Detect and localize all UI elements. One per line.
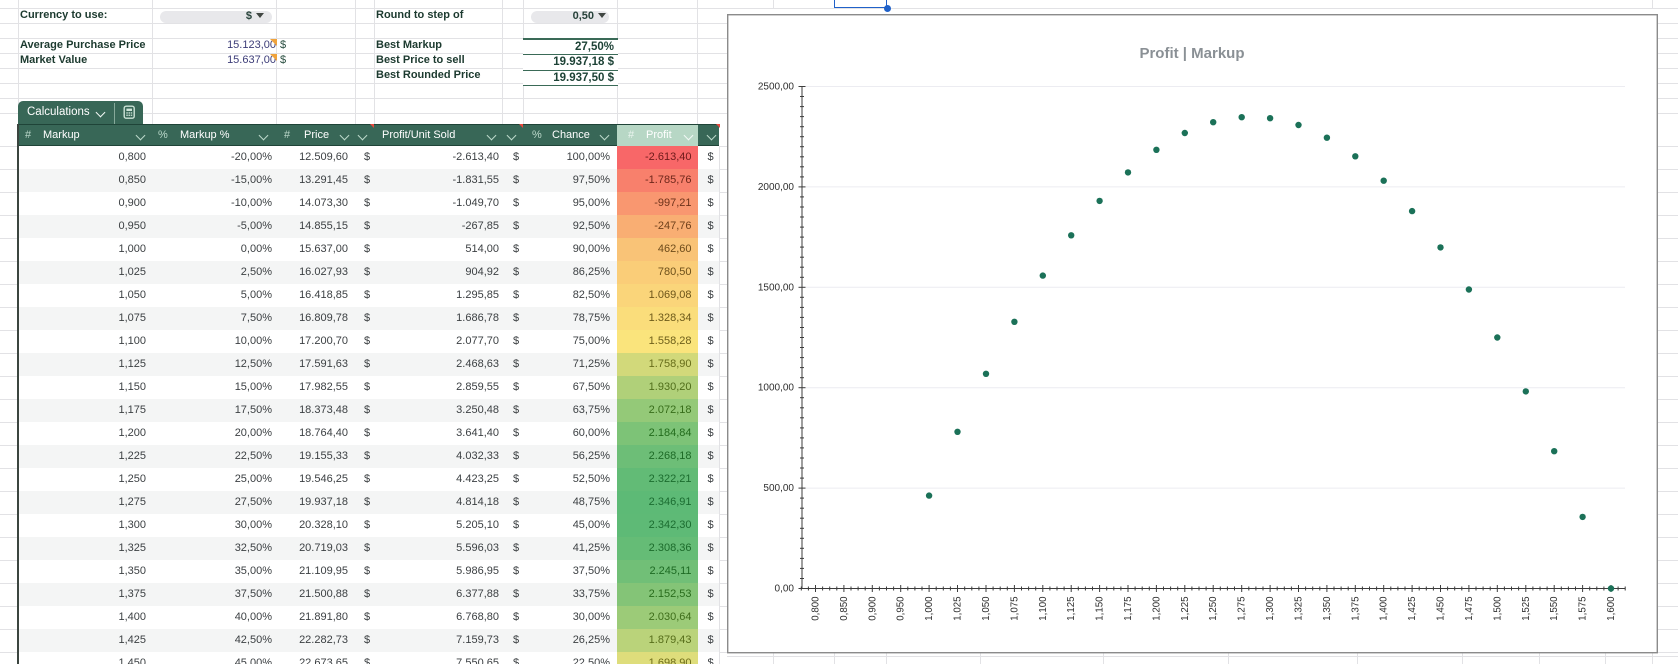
svg-text:1,050: 1,050	[981, 596, 992, 621]
svg-text:1,275: 1,275	[1237, 597, 1248, 621]
svg-text:1,550: 1,550	[1549, 596, 1560, 621]
svg-text:1,500: 1,500	[1492, 596, 1503, 621]
svg-text:0,800: 0,800	[811, 596, 822, 621]
svg-text:0,950: 0,950	[896, 596, 907, 621]
svg-text:0,850: 0,850	[839, 596, 850, 621]
svg-text:2000,00: 2000,00	[758, 182, 795, 193]
svg-text:1,225: 1,225	[1180, 597, 1191, 621]
svg-text:1,175: 1,175	[1123, 597, 1134, 621]
svg-text:1,600: 1,600	[1606, 596, 1617, 621]
svg-text:1,150: 1,150	[1095, 596, 1106, 621]
svg-text:1,325: 1,325	[1294, 597, 1305, 621]
svg-text:1,250: 1,250	[1208, 596, 1219, 621]
svg-text:1000,00: 1000,00	[758, 383, 795, 394]
svg-text:1,025: 1,025	[953, 597, 964, 621]
svg-text:2500,00: 2500,00	[758, 82, 795, 93]
svg-text:1,100: 1,100	[1038, 596, 1049, 621]
svg-text:1,575: 1,575	[1578, 597, 1589, 621]
svg-text:Profit | Markup: Profit | Markup	[1139, 45, 1244, 62]
svg-text:1,375: 1,375	[1350, 597, 1361, 621]
svg-text:1,425: 1,425	[1407, 597, 1418, 621]
svg-text:1,125: 1,125	[1066, 597, 1077, 621]
svg-text:1,200: 1,200	[1151, 596, 1162, 621]
svg-text:1,475: 1,475	[1464, 597, 1475, 621]
svg-text:1,300: 1,300	[1265, 596, 1276, 621]
svg-text:1,350: 1,350	[1322, 596, 1333, 621]
svg-text:1,450: 1,450	[1436, 596, 1447, 621]
svg-text:1,400: 1,400	[1379, 596, 1390, 621]
svg-text:500,00: 500,00	[763, 483, 794, 494]
svg-text:1,075: 1,075	[1009, 597, 1020, 621]
svg-text:0,00: 0,00	[775, 584, 795, 595]
svg-text:0,900: 0,900	[867, 596, 878, 621]
svg-text:1,525: 1,525	[1521, 597, 1532, 621]
svg-text:1500,00: 1500,00	[758, 282, 795, 293]
svg-text:1,000: 1,000	[924, 596, 935, 621]
